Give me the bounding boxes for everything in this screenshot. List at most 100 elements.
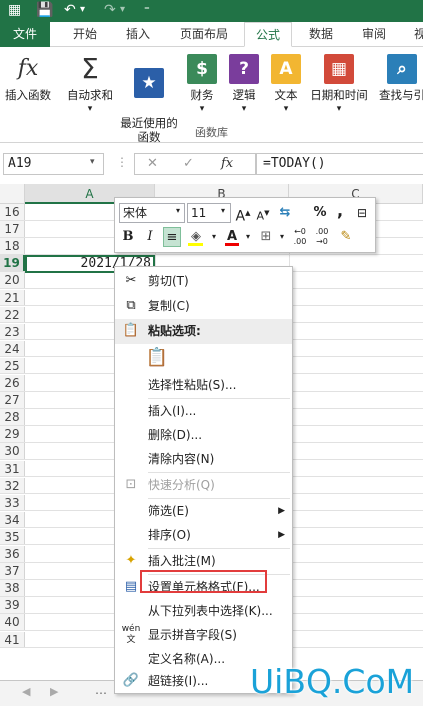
scroll-right-icon[interactable]: ▶ [50, 685, 58, 698]
chevron-down-icon[interactable]: ▾ [268, 102, 304, 116]
menu-item-delete[interactable]: 删除(D)... [115, 423, 292, 448]
tab-data[interactable]: 数据 [298, 22, 344, 47]
scissors-icon: ✂ [125, 273, 137, 288]
comma-style-icon[interactable]: , [331, 201, 349, 221]
row-header[interactable]: 31 [0, 460, 25, 477]
chevron-down-icon[interactable]: ▾ [60, 102, 120, 116]
row-header[interactable]: 33 [0, 494, 25, 511]
chevron-down-icon[interactable]: ▾ [221, 206, 225, 215]
row-header[interactable]: 41 [0, 631, 25, 648]
undo-icon[interactable]: ↶ [64, 1, 76, 19]
scroll-left-icon[interactable]: ◀ [22, 685, 30, 698]
row-header[interactable]: 25 [0, 357, 25, 374]
shrink-font-icon[interactable]: A▼ [254, 203, 272, 223]
increase-decimal-icon[interactable]: ←0.00 [291, 227, 309, 247]
chevron-down-icon[interactable]: ▾ [306, 102, 372, 116]
tab-review[interactable]: 审阅 [351, 22, 397, 47]
tab-view[interactable]: 视 [405, 22, 423, 47]
name-box[interactable]: A19 [3, 153, 104, 175]
chevron-down-icon[interactable]: ▾ [176, 206, 180, 215]
row-header[interactable]: 34 [0, 511, 25, 528]
insert-function-button[interactable]: fx 插入函数 [0, 51, 56, 102]
logical-button[interactable]: ? 逻辑 ▾ [226, 51, 262, 116]
percent-style-icon[interactable]: % [311, 203, 329, 223]
row-header[interactable]: 37 [0, 563, 25, 579]
bold-button[interactable]: B [119, 227, 137, 247]
row-header[interactable]: 30 [0, 443, 25, 459]
formula-input[interactable]: =TODAY() [256, 153, 423, 175]
redo-dropdown-icon[interactable]: ▾ [120, 1, 125, 19]
more-sheets-icon[interactable]: … [95, 683, 107, 697]
star-icon: ★ [134, 68, 164, 98]
row-header[interactable]: 21 [0, 289, 25, 306]
menu-item-filter[interactable]: 筛选(E) ▶ [115, 499, 292, 524]
tab-home[interactable]: 开始 [62, 22, 108, 47]
select-all-corner[interactable] [0, 184, 25, 204]
italic-button[interactable]: I [141, 227, 159, 247]
tab-insert[interactable]: 插入 [115, 22, 161, 47]
redo-icon[interactable]: ↷ [104, 1, 116, 19]
grow-font-icon[interactable]: A▲ [234, 203, 252, 225]
row-header[interactable]: 24 [0, 340, 25, 357]
center-align-icon[interactable]: ≡ [163, 227, 181, 247]
row-header[interactable]: 40 [0, 614, 25, 630]
chevron-down-icon[interactable]: ▾ [90, 157, 95, 167]
chevron-down-icon[interactable]: ▾ [205, 227, 223, 247]
menu-item-label: 清除内容(N) [148, 452, 215, 466]
autosum-label: 自动求和 [67, 88, 113, 102]
row-header[interactable]: 20 [0, 272, 25, 288]
row-header[interactable]: 16 [0, 204, 25, 220]
tab-file[interactable]: 文件 [0, 22, 50, 47]
undo-dropdown-icon[interactable]: ▾ [80, 1, 85, 19]
text-button[interactable]: A 文本 ▾ [268, 51, 304, 116]
finance-icon: $ [187, 54, 217, 84]
menu-item-label: 显示拼音字段(S) [148, 628, 237, 642]
row-header[interactable]: 26 [0, 375, 25, 391]
menu-item-sort[interactable]: 排序(O) ▶ [115, 523, 292, 548]
menu-item-show-pinyin[interactable]: wén 文 显示拼音字段(S) [115, 623, 292, 648]
accounting-format-icon[interactable]: ⇆ [276, 203, 294, 223]
clear-format-brush-icon[interactable]: ✎ [337, 227, 355, 247]
format-painter-table-icon[interactable]: ⊟ [353, 203, 371, 223]
lookup-label: 查找与引 [379, 88, 423, 102]
fill-color-icon[interactable]: ◈ [187, 227, 205, 247]
recently-used-button[interactable]: ★ 最近使用的 函数 [116, 51, 182, 158]
row-header[interactable]: 38 [0, 580, 25, 596]
customize-qat-icon[interactable]: ⁼ [144, 1, 150, 19]
row-header[interactable]: 35 [0, 528, 25, 545]
chevron-down-icon[interactable]: ▾ [226, 102, 262, 116]
insert-function-fx-icon[interactable]: fx [221, 154, 233, 174]
row-header[interactable]: 39 [0, 597, 25, 613]
autosum-button[interactable]: Σ 自动求和 ▾ [60, 51, 120, 116]
row-header[interactable]: 22 [0, 306, 25, 323]
enter-icon[interactable]: ✓ [183, 154, 194, 174]
lookup-button[interactable]: ⌕ 查找与引 [372, 51, 423, 102]
more-icon: ⋮ [116, 155, 128, 169]
row-header[interactable]: 36 [0, 546, 25, 562]
chevron-down-icon[interactable]: ▾ [239, 227, 257, 247]
date-time-button[interactable]: ▦ 日期和时间 ▾ [306, 51, 372, 116]
menu-item-clear-contents[interactable]: 清除内容(N) [115, 447, 292, 472]
menu-item-copy[interactable]: ⧉ 复制(C) [115, 294, 292, 319]
row-header[interactable]: 17 [0, 221, 25, 237]
financial-button[interactable]: $ 财务 ▾ [184, 51, 220, 116]
menu-item-paste-default[interactable]: 📋 [115, 344, 292, 372]
row-header[interactable]: 28 [0, 409, 25, 425]
row-header[interactable]: 32 [0, 477, 25, 494]
chevron-down-icon[interactable]: ▾ [273, 227, 291, 247]
chevron-down-icon[interactable]: ▾ [184, 102, 220, 116]
cancel-icon[interactable]: ✕ [147, 154, 158, 174]
menu-item-insert[interactable]: 插入(I)... [115, 399, 292, 424]
row-header[interactable]: 18 [0, 238, 25, 254]
tab-page-layout[interactable]: 页面布局 [172, 22, 236, 47]
row-header-active[interactable]: 19 [0, 255, 25, 271]
row-header[interactable]: 29 [0, 426, 25, 442]
tab-formulas[interactable]: 公式 [244, 22, 292, 47]
menu-item-paste-special[interactable]: 选择性粘贴(S)... [115, 373, 292, 398]
menu-item-cut[interactable]: ✂ 剪切(T) [115, 269, 292, 294]
menu-item-pick-from-list[interactable]: 从下拉列表中选择(K)... [115, 599, 292, 624]
row-header[interactable]: 23 [0, 323, 25, 340]
decrease-decimal-icon[interactable]: .00 →0 [313, 227, 331, 247]
save-icon[interactable]: 💾 [36, 1, 53, 19]
row-header[interactable]: 27 [0, 392, 25, 408]
